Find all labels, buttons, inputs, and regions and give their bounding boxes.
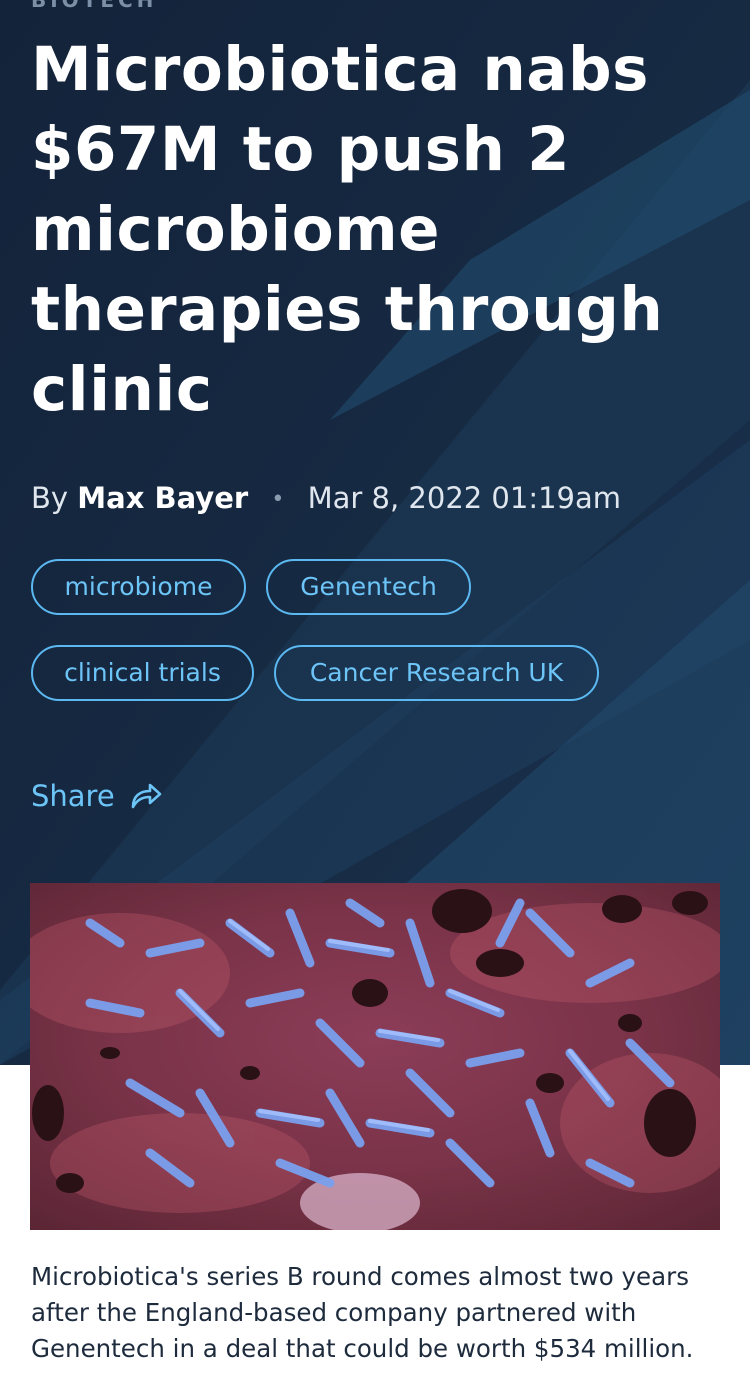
tag-microbiome[interactable]: microbiome [31,559,246,615]
tag-cancer-research-uk[interactable]: Cancer Research UK [274,645,599,701]
publish-date: Mar 8, 2022 01:19am [307,481,622,515]
byline: By Max Bayer • Mar 8, 2022 01:19am [31,478,621,518]
tag-clinical-trials[interactable]: clinical trials [31,645,254,701]
article-image [30,883,720,1230]
byline-separator: • [271,487,285,512]
share-arrow-icon [131,783,161,809]
author-link[interactable]: Max Bayer [77,481,248,515]
article-title: Microbiotica nabs $67M to push 2 microbi… [31,34,664,425]
share-button[interactable]: Share [31,772,163,820]
byline-prefix: By [31,481,69,515]
tag-genentech[interactable]: Genentech [266,559,471,615]
image-caption: Microbiotica's series B round comes almo… [31,1262,694,1363]
category-label[interactable]: BIOTECH [31,0,157,12]
share-label: Share [31,779,115,813]
